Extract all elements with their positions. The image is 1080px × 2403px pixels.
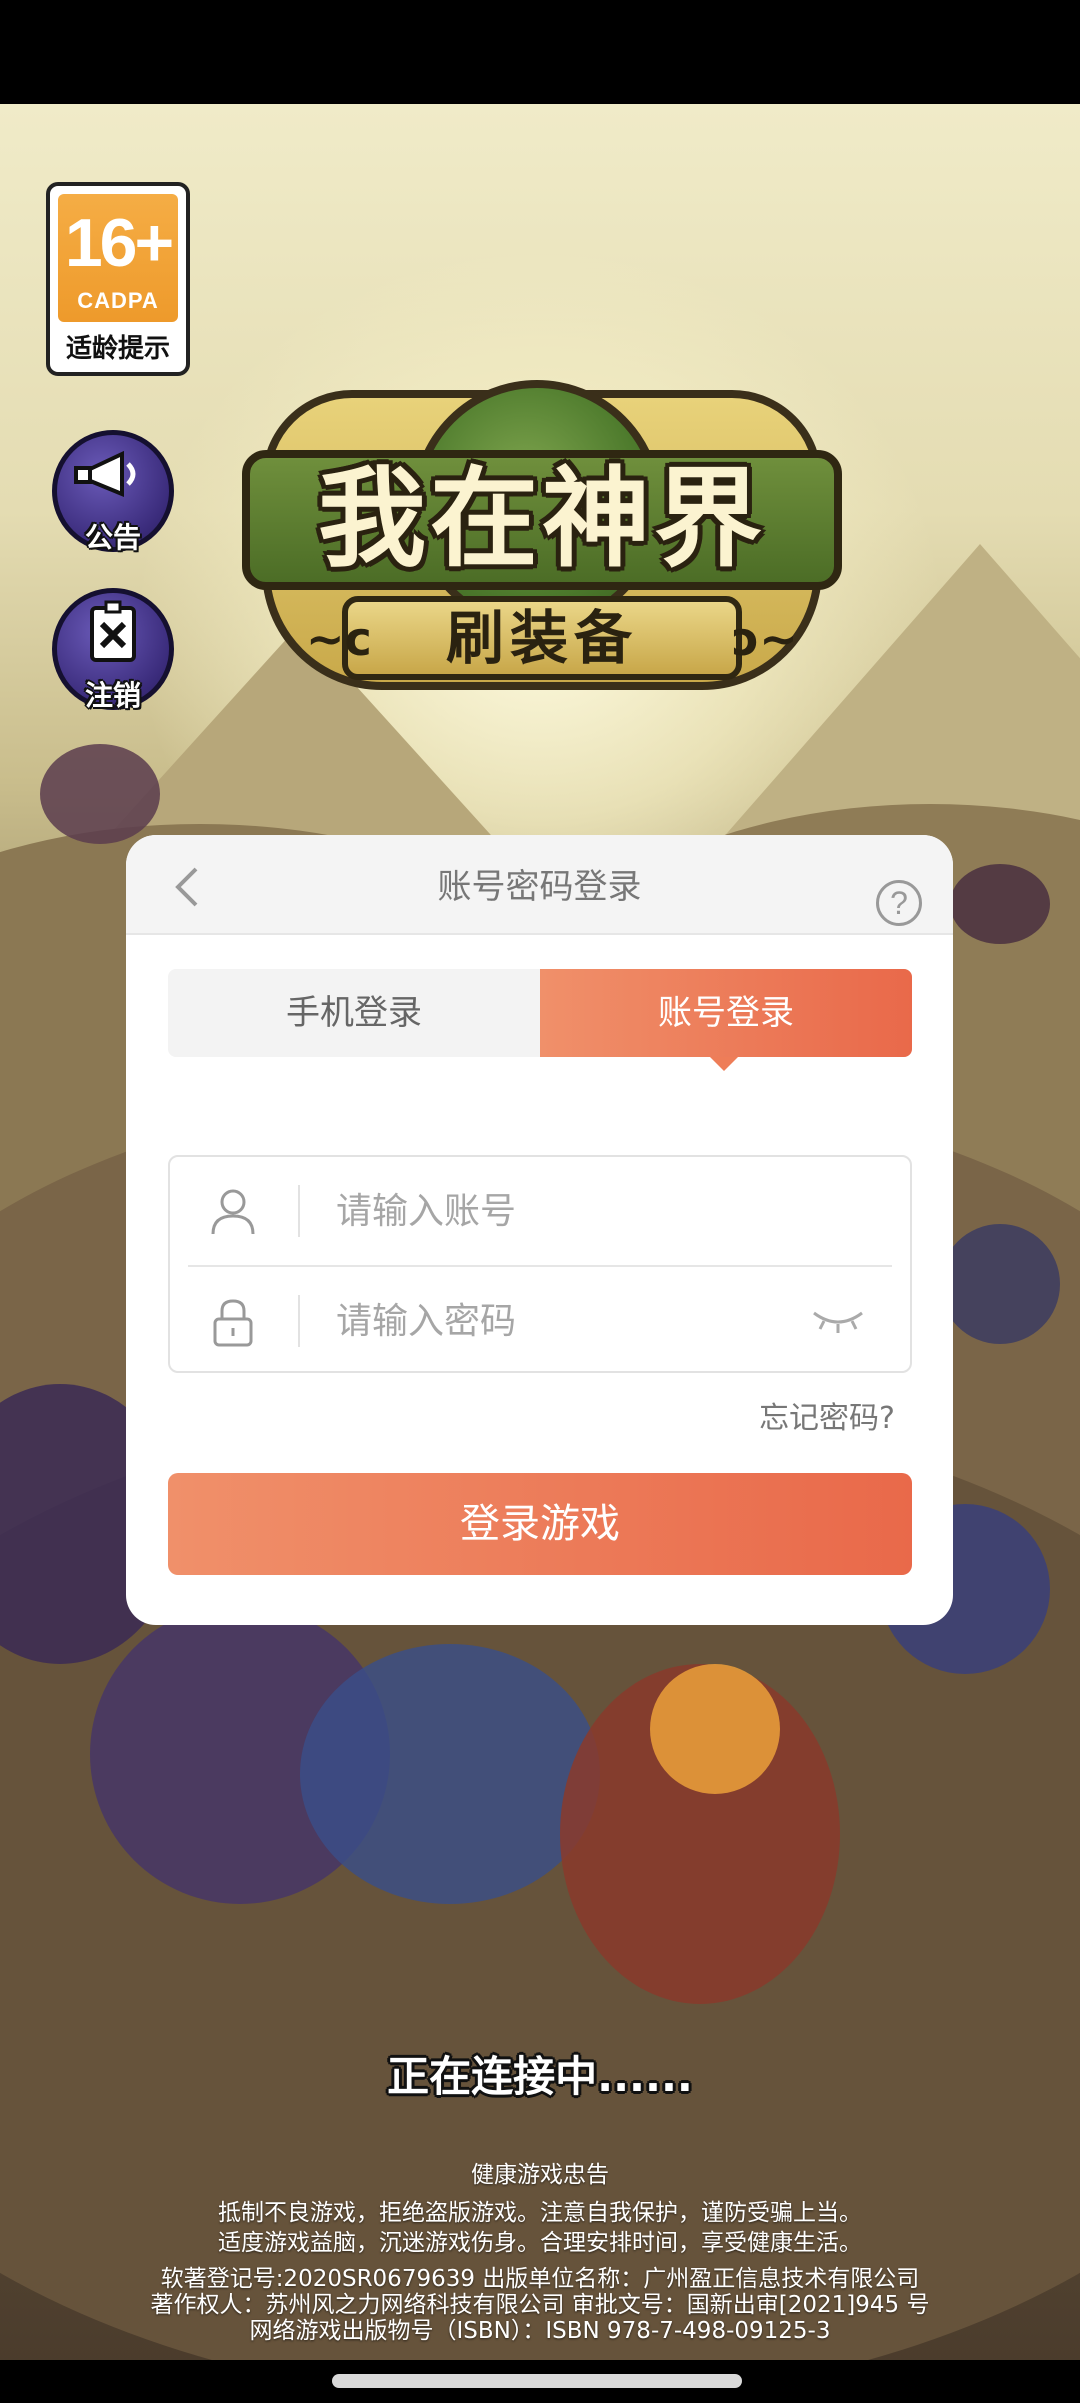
dialog-header: 账号密码登录 ? [126,835,953,935]
connecting-status: 正在连接中...... [387,2052,693,2101]
megaphone-icon [52,440,174,524]
announcement-button[interactable]: 公告 [52,430,178,556]
user-icon [210,1187,256,1237]
tab-account-login[interactable]: 账号登录 [540,969,912,1057]
age-rating-badge[interactable]: 16+ CADPA 适龄提示 [46,182,190,376]
health-notice-heading: 健康游戏忠告 [471,2162,609,2188]
health-notice-line2: 适度游戏益脑，沉迷游戏伤身。合理安排时间，享受健康生活。 [218,2230,862,2256]
eye-closed-icon[interactable] [810,1305,866,1335]
status-bar [0,0,1080,104]
tab-phone-login[interactable]: 手机登录 [168,969,540,1057]
forgot-password-link[interactable]: 忘记密码? [759,1393,895,1437]
account-row [170,1157,910,1265]
copyright-line3: 网络游戏出版物号（ISBN）：ISBN 978-7-498-09125-3 [249,2318,831,2344]
age-rating-label: 适龄提示 [65,334,170,364]
logout-button[interactable]: 注销 [52,588,178,714]
login-tabs: 手机登录 账号登录 [168,969,912,1057]
login-button[interactable]: 登录游戏 [168,1473,912,1575]
game-subtitle: 刷装备 [445,604,638,672]
lock-icon [210,1297,256,1347]
age-rating-number: 16+ [64,205,174,281]
health-notice-line1: 抵制不良游戏，拒绝盗版游戏。注意自我保护，谨防受骗上当。 [218,2200,862,2226]
home-indicator[interactable] [332,2374,742,2388]
announcement-label: 公告 [84,521,141,554]
credential-fields [168,1155,912,1373]
help-icon[interactable]: ? [876,880,922,926]
login-dialog: 账号密码登录 ? 手机登录 账号登录 请输入账号 忘记密码? 登录游戏 [126,835,953,1625]
password-input[interactable] [336,1291,796,1351]
game-title: 我在神界 [317,457,766,582]
logout-icon [52,598,174,682]
game-logo: 我在神界 ~c ↄ~ 刷装备 [222,380,862,710]
dialog-title: 账号密码登录 [437,867,642,907]
password-row [170,1267,910,1375]
age-rating-box: 16+ CADPA [58,194,178,322]
active-tab-pointer [710,1057,738,1071]
age-rating-org: CADPA [77,288,159,313]
account-input[interactable] [336,1181,796,1241]
logout-label: 注销 [84,679,141,712]
